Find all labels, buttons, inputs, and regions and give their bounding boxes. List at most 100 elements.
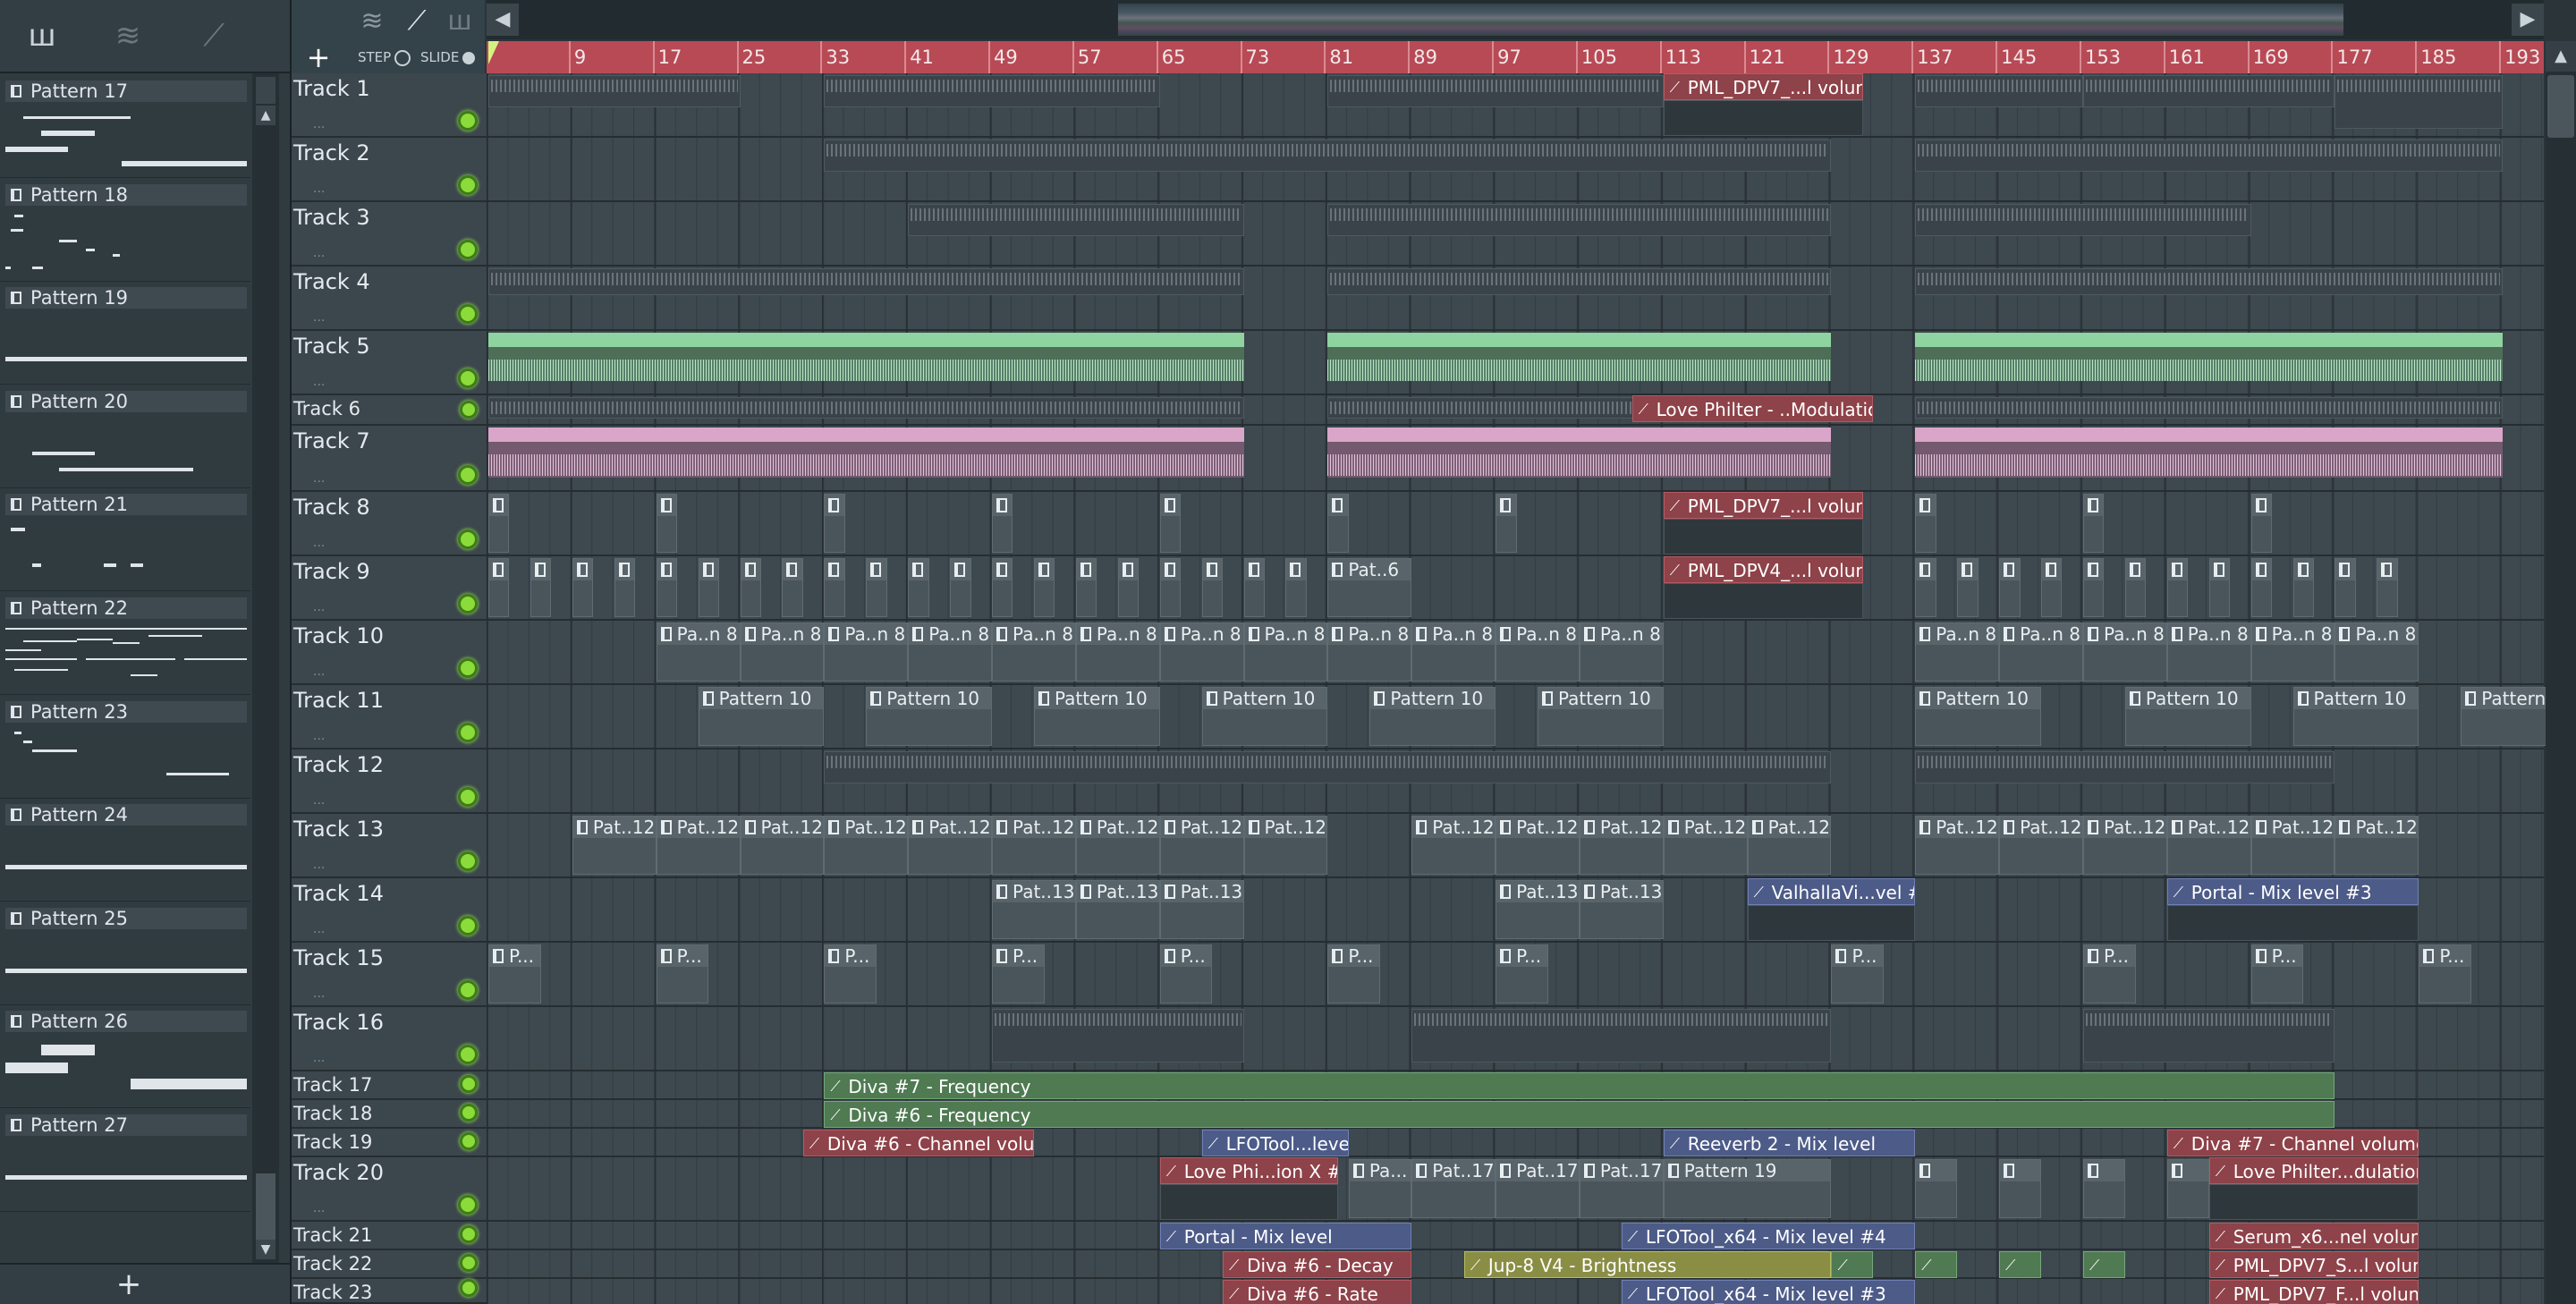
automation-clip[interactable]: ⟋ Jup-8 V4 - Brightness (1463, 1251, 1832, 1278)
audio-clip[interactable] (1327, 204, 1832, 236)
pattern-clip-header[interactable] (2000, 1160, 2041, 1181)
pattern-clip[interactable]: Pat..13 (1579, 880, 1664, 939)
track-mute-led-icon[interactable] (458, 111, 478, 131)
pattern-clip[interactable] (656, 494, 678, 553)
track-name[interactable]: Track 15 (293, 943, 384, 973)
pattern-clip-header[interactable] (2083, 559, 2104, 580)
pattern-header[interactable]: Pattern 27 (5, 1114, 247, 1136)
track-options[interactable]: ... (313, 376, 325, 388)
scroll-left-icon[interactable]: ◀ (487, 4, 519, 36)
track-mute-led-icon[interactable] (458, 980, 478, 1000)
pattern-clip[interactable]: Pa..n 8 (1075, 622, 1160, 682)
pattern-clip-header[interactable]: Pattern 10 (1538, 688, 1663, 709)
pattern-header[interactable]: Pattern 26 (5, 1011, 247, 1033)
automation-clip[interactable]: ⟋ (1999, 1251, 2042, 1278)
track-mute-led-icon[interactable] (458, 465, 478, 485)
pattern-header[interactable]: Pattern 19 (5, 287, 247, 309)
pattern-clip-header[interactable]: P... (489, 945, 540, 967)
pattern-clip[interactable] (1159, 558, 1182, 617)
pattern-clip-header[interactable]: Pattern 10 (699, 688, 824, 709)
pattern-header[interactable]: Pattern 25 (5, 907, 247, 929)
pattern-list-item[interactable]: Pattern 18 (0, 177, 250, 282)
track-name[interactable]: Track 7 (293, 426, 370, 456)
pattern-clip[interactable]: Pattern 10 (866, 687, 993, 746)
audio-clip[interactable] (908, 204, 1244, 236)
track-options[interactable]: ... (313, 987, 325, 1000)
playhead-marker-icon[interactable] (488, 41, 499, 64)
pattern-clip[interactable] (2250, 494, 2273, 553)
pattern-clip[interactable]: Pattern 10 (1915, 687, 2042, 746)
audio-clip[interactable] (1915, 397, 2504, 419)
scroll-right-icon[interactable]: ▶ (2512, 4, 2544, 36)
pattern-clip[interactable] (1915, 494, 1936, 553)
track-header[interactable]: Track 12... (292, 749, 487, 814)
pattern-clip[interactable]: Pattern 10 (1033, 687, 1160, 746)
pattern-clip[interactable]: Pat..17 (1579, 1159, 1664, 1218)
pattern-clip[interactable]: Pat..12 (2334, 816, 2419, 875)
pattern-clip-header[interactable]: Pa..n 8 (2335, 623, 2419, 645)
track-name[interactable]: Track 21 (293, 1222, 372, 1249)
pattern-clip-header[interactable] (951, 559, 970, 580)
audio-clip[interactable] (2082, 1009, 2335, 1063)
pattern-clip-header[interactable]: Pat..12 (1160, 817, 1243, 838)
track-name[interactable]: Track 14 (293, 878, 384, 909)
pattern-clip-header[interactable] (1160, 495, 1181, 516)
pattern-clip-header[interactable] (614, 559, 635, 580)
pattern-clip-header[interactable] (657, 559, 677, 580)
audio-clip[interactable] (488, 397, 1244, 419)
pattern-clip[interactable] (2166, 558, 2189, 617)
pattern-clip-header[interactable]: Pa..n 8 (1244, 623, 1327, 645)
pattern-clip-header[interactable] (2209, 559, 2230, 580)
track-name[interactable]: Track 11 (293, 685, 384, 716)
pattern-clip[interactable]: Pat..12 (1747, 816, 1832, 875)
track-name[interactable]: Track 19 (293, 1129, 372, 1156)
pattern-clip-header[interactable] (2167, 559, 2188, 580)
pattern-clip-header[interactable]: Pat..17 (1496, 1160, 1579, 1181)
pattern-clip[interactable]: Pattern 10 (1369, 687, 1496, 746)
automation-clip[interactable]: ⟋ Portal - Mix level #3 (2166, 878, 2419, 905)
pattern-clip-header[interactable] (489, 495, 509, 516)
pattern-list-item[interactable]: Pattern 24 (0, 797, 250, 902)
pattern-clip-header[interactable] (530, 559, 551, 580)
step-radio-icon[interactable] (394, 49, 411, 66)
audio-clip[interactable] (488, 268, 1244, 295)
scroll-thumb[interactable] (256, 1173, 275, 1245)
track-mute-led-icon[interactable] (458, 916, 478, 936)
track-header[interactable]: Track 4... (292, 267, 487, 331)
pattern-clip[interactable]: Pa..n 8 (2334, 622, 2419, 682)
pattern-clip-header[interactable] (1244, 559, 1264, 580)
pattern-clip-header[interactable]: Pat..12 (2251, 817, 2334, 838)
audio-clip-pink[interactable]: ➤➤➤➤➤➤➤➤➤➤➤➤➤➤➤➤➤➤➤➤➤➤➤➤➤➤➤➤ (1915, 428, 2504, 478)
pattern-clip-header[interactable]: Pa..n 8 (1160, 623, 1243, 645)
pattern-clip-header[interactable]: Pat..17 (1580, 1160, 1663, 1181)
pattern-list-item[interactable]: Pattern 19 (0, 280, 250, 385)
audio-clip[interactable] (1411, 1009, 1832, 1063)
pattern-clip[interactable]: Pa..n 8 (1999, 622, 2083, 682)
pattern-clip-header[interactable]: Pat..12 (741, 817, 824, 838)
pattern-clip[interactable] (824, 494, 845, 553)
pattern-clip-header[interactable]: Pattern 10 (1916, 688, 2041, 709)
pattern-clip-header[interactable]: Pat..12 (2335, 817, 2419, 838)
track-mute-led-icon[interactable] (458, 175, 478, 195)
pattern-clip-header[interactable]: Pat..17 (1412, 1160, 1496, 1181)
picker-scrollbar[interactable]: ▲ ▼ (252, 73, 279, 1263)
track-options[interactable]: ... (313, 859, 325, 871)
pattern-clip-header[interactable] (1076, 559, 1097, 580)
pattern-clip[interactable]: Pa..n 8 (1159, 622, 1244, 682)
pattern-clip-header[interactable] (2251, 559, 2272, 580)
pattern-clip[interactable]: Pa..n 8 (992, 622, 1076, 682)
track-header[interactable]: Track 1... (292, 73, 487, 138)
pattern-clip-header[interactable]: Pat..12 (1916, 817, 1999, 838)
automation-clip[interactable]: ⟋ LFOTool_x64 - Mix level #3 (1621, 1280, 1916, 1304)
pattern-clip-header[interactable] (2293, 559, 2313, 580)
audio-clip[interactable] (1327, 268, 1832, 295)
automation-clip[interactable]: ⟋ ValhallaVi...vel #2 (1747, 878, 1916, 905)
audio-clip[interactable] (824, 140, 1832, 172)
pattern-clip-header[interactable]: Pat..12 (825, 817, 908, 838)
track-mute-led-icon[interactable] (458, 594, 478, 614)
pattern-clip-header[interactable] (1328, 495, 1348, 516)
pattern-clip[interactable]: Pa..n 8 (656, 622, 741, 682)
pattern-clip[interactable] (1999, 1159, 2042, 1218)
track-header[interactable]: Track 2... (292, 138, 487, 202)
automation-clip[interactable]: ⟋ Diva #6 - Decay (1223, 1251, 1412, 1278)
